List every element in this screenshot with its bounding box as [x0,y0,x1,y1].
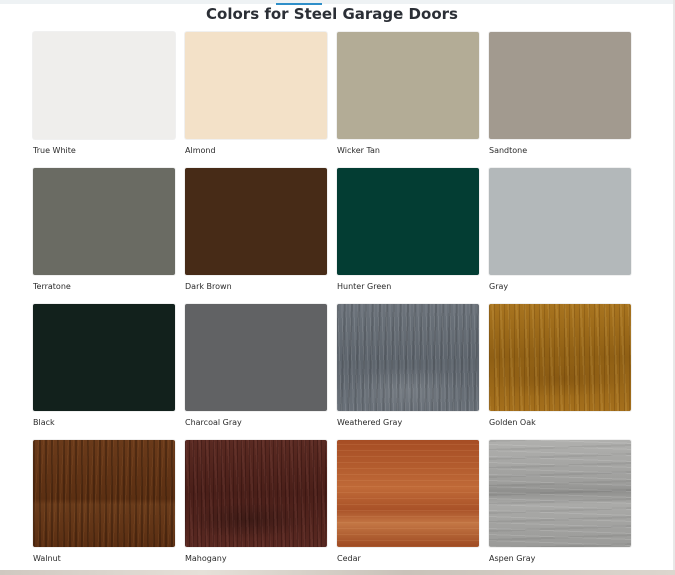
color-swatch[interactable] [337,32,479,139]
swatch-card-mahogany[interactable]: Mahogany [185,440,327,567]
color-swatch[interactable] [185,440,327,547]
color-swatch[interactable] [489,304,631,411]
swatch-label: Almond [185,146,216,155]
color-swatch[interactable] [489,32,631,139]
swatch-card-black[interactable]: Black [33,304,175,431]
swatch-card-gray[interactable]: Gray [489,168,631,295]
swatch-label: Weathered Gray [337,418,403,427]
swatch-label: True White [33,146,76,155]
swatch-card-wicker-tan[interactable]: Wicker Tan [337,32,479,159]
swatch-card-almond[interactable]: Almond [185,32,327,159]
swatch-card-charcoal-gray[interactable]: Charcoal Gray [185,304,327,431]
swatch-label: Mahogany [185,554,227,563]
color-swatch[interactable] [337,304,479,411]
swatch-label: Golden Oak [489,418,536,427]
swatch-label: Aspen Gray [489,554,536,563]
color-swatch[interactable] [489,168,631,275]
color-swatch[interactable] [489,440,631,547]
color-swatch[interactable] [33,440,175,547]
color-swatch[interactable] [337,168,479,275]
color-swatch[interactable] [337,440,479,547]
color-swatch[interactable] [33,168,175,275]
swatch-card-dark-brown[interactable]: Dark Brown [185,168,327,295]
top-strip [0,0,675,4]
swatch-label: Cedar [337,554,361,563]
swatch-label: Hunter Green [337,282,392,291]
swatch-card-terratone[interactable]: Terratone [33,168,175,295]
swatch-label: Sandtone [489,146,528,155]
swatch-label: Black [33,418,55,427]
swatch-label: Dark Brown [185,282,232,291]
page-title: Colors for Steel Garage Doors [206,5,458,23]
swatch-card-sandtone[interactable]: Sandtone [489,32,631,159]
color-swatch[interactable] [185,304,327,411]
swatch-card-hunter-green[interactable]: Hunter Green [337,168,479,295]
swatch-card-true-white[interactable]: True White [33,32,175,159]
swatch-card-walnut[interactable]: Walnut [33,440,175,567]
color-swatch[interactable] [33,32,175,139]
color-swatch[interactable] [185,32,327,139]
color-swatch-grid: True White Almond Wicker Tan Sandtone Te… [33,32,631,567]
swatch-label: Gray [489,282,509,291]
bottom-strip [0,570,675,575]
swatch-label: Charcoal Gray [185,418,242,427]
swatch-card-aspen-gray[interactable]: Aspen Gray [489,440,631,567]
color-swatch[interactable] [185,168,327,275]
swatch-card-cedar[interactable]: Cedar [337,440,479,567]
swatch-card-golden-oak[interactable]: Golden Oak [489,304,631,431]
swatch-label: Terratone [33,282,71,291]
color-swatch[interactable] [33,304,175,411]
swatch-label: Walnut [33,554,61,563]
swatch-label: Wicker Tan [337,146,380,155]
swatch-card-weathered-gray[interactable]: Weathered Gray [337,304,479,431]
color-chart-page: Colors for Steel Garage Doors True White… [0,0,675,575]
